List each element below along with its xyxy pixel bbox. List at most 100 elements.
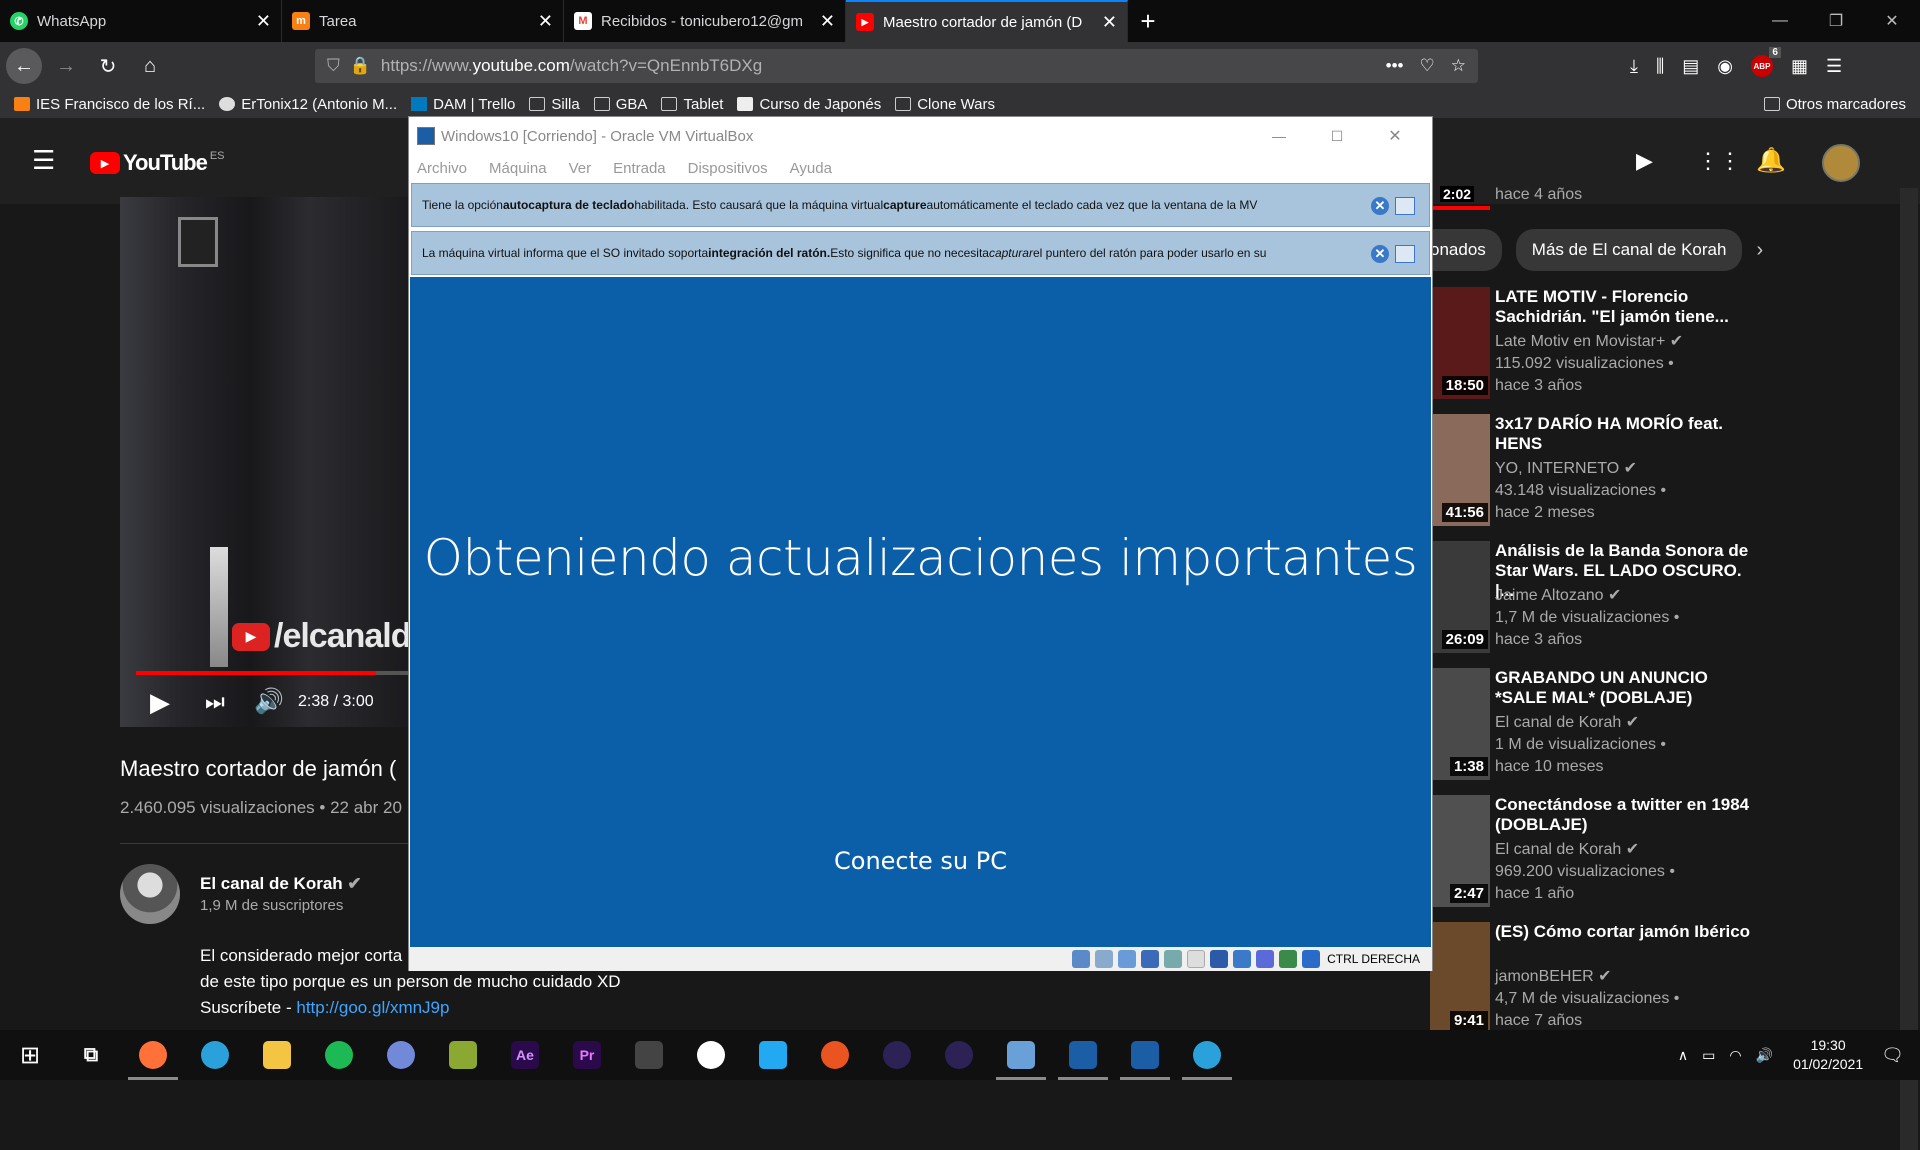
close-tab-icon[interactable]: ✕ bbox=[1102, 12, 1117, 33]
taskbar-app[interactable] bbox=[122, 1030, 184, 1080]
close-window-button[interactable]: ✕ bbox=[1864, 0, 1920, 42]
taskbar-app[interactable] bbox=[742, 1030, 804, 1080]
recommendation-title[interactable]: 3x17 DARÍO HA MORÍO feat. HENS bbox=[1495, 414, 1757, 454]
create-video-icon[interactable]: ▶ bbox=[1636, 148, 1653, 174]
taskbar-app[interactable] bbox=[184, 1030, 246, 1080]
bookmark-github[interactable]: ErTonix12 (Antonio M... bbox=[219, 96, 397, 113]
bookmark-clone-wars[interactable]: Clone Wars bbox=[895, 96, 995, 113]
banner-close-icon[interactable]: ✕ bbox=[1371, 197, 1389, 215]
bookmark-ies[interactable]: IES Francisco de los Rí... bbox=[14, 96, 205, 113]
vbox-minimize-button[interactable]: — bbox=[1250, 128, 1308, 144]
youtube-logo[interactable]: ▶ YouTube ES bbox=[90, 150, 225, 176]
display-icon[interactable] bbox=[1210, 950, 1229, 968]
other-bookmarks[interactable]: Otros marcadores bbox=[1763, 96, 1906, 113]
recommendation-title[interactable]: GRABANDO UN ANUNCIO *SALE MAL* (DOBLAJE) bbox=[1495, 668, 1757, 708]
apps-grid-icon[interactable]: ⋮⋮ bbox=[1697, 148, 1741, 174]
recommendation-item[interactable]: 41:56 3x17 DARÍO HA MORÍO feat. HENS YO,… bbox=[1430, 414, 1760, 534]
tray-overflow-icon[interactable]: ∧ bbox=[1678, 1047, 1688, 1064]
banner-dont-show-icon[interactable] bbox=[1395, 197, 1415, 215]
video-thumbnail[interactable]: 18:50 bbox=[1430, 287, 1490, 399]
battery-icon[interactable]: ▭ bbox=[1702, 1047, 1715, 1064]
extensions-icon[interactable]: ▦ bbox=[1791, 56, 1808, 77]
taskbar-app[interactable] bbox=[618, 1030, 680, 1080]
channel-avatar[interactable] bbox=[120, 864, 180, 924]
recommendation-item[interactable]: 26:09 Análisis de la Banda Sonora de Sta… bbox=[1430, 541, 1760, 661]
recommendation-title[interactable]: LATE MOTIV - Florencio Sachidrián. "El j… bbox=[1495, 287, 1757, 327]
menu-entrada[interactable]: Entrada bbox=[613, 160, 666, 177]
play-button[interactable]: ▶ bbox=[150, 687, 170, 718]
reload-button[interactable]: ↻ bbox=[90, 48, 126, 84]
home-button[interactable]: ⌂ bbox=[132, 48, 168, 84]
hamburger-menu-icon[interactable]: ☰ bbox=[32, 147, 55, 173]
chip-related[interactable]: onados bbox=[1430, 229, 1502, 271]
video-thumbnail[interactable]: 41:56 bbox=[1430, 414, 1490, 526]
subscribe-link[interactable]: http://goo.gl/xmnJ9p bbox=[296, 998, 449, 1017]
vm-display[interactable]: Obteniendo actualizaciones importantes C… bbox=[410, 277, 1431, 947]
bookmark-tablet[interactable]: Tablet bbox=[661, 96, 723, 113]
taskbar-app[interactable]: Ae bbox=[494, 1030, 556, 1080]
partial-recommendation[interactable]: 2:02 hace 4 años bbox=[1430, 176, 1760, 204]
restore-button[interactable]: ❐ bbox=[1808, 0, 1864, 42]
menu-ver[interactable]: Ver bbox=[569, 160, 592, 177]
audio-icon[interactable] bbox=[1118, 950, 1137, 968]
volume-icon[interactable]: 🔊 bbox=[254, 687, 284, 716]
wifi-icon[interactable]: ◠ bbox=[1729, 1047, 1741, 1064]
bookmark-star-icon[interactable]: ☆ bbox=[1451, 56, 1466, 76]
taskbar-app[interactable] bbox=[1114, 1030, 1176, 1080]
video-progress-bar[interactable] bbox=[136, 671, 410, 675]
url-bar[interactable]: ⛉ 🔒 https://www. youtube.com/watch?v=QnEn… bbox=[315, 49, 1478, 83]
tab-youtube[interactable]: ▶ Maestro cortador de jamón (D ✕ bbox=[846, 0, 1128, 42]
clock[interactable]: 19:30 01/02/2021 bbox=[1793, 1036, 1863, 1074]
video-thumbnail[interactable]: 26:09 bbox=[1430, 541, 1490, 653]
recommendation-item[interactable]: 1:38 GRABANDO UN ANUNCIO *SALE MAL* (DOB… bbox=[1430, 668, 1760, 788]
video-thumbnail[interactable]: 9:41 bbox=[1430, 922, 1490, 1034]
taskbar-app[interactable] bbox=[804, 1030, 866, 1080]
adblock-icon[interactable]: ABP 6 bbox=[1750, 47, 1781, 77]
taskbar-app[interactable] bbox=[1052, 1030, 1114, 1080]
recommendation-item[interactable]: 2:47 Conectándose a twitter en 1984 (DOB… bbox=[1430, 795, 1760, 915]
recording-icon[interactable] bbox=[1233, 950, 1252, 968]
recommendation-title[interactable]: (ES) Cómo cortar jamón Ibérico bbox=[1495, 922, 1757, 942]
recommendation-title[interactable]: Conectándose a twitter en 1984 (DOBLAJE) bbox=[1495, 795, 1757, 835]
taskbar-app[interactable] bbox=[928, 1030, 990, 1080]
taskbar-app[interactable] bbox=[246, 1030, 308, 1080]
optical-drive-icon[interactable] bbox=[1095, 950, 1114, 968]
virtualbox-window[interactable]: Windows10 [Corriendo] - Oracle VM Virtua… bbox=[408, 116, 1433, 971]
scrollbar[interactable] bbox=[1900, 188, 1918, 1150]
video-thumbnail[interactable]: 2:47 bbox=[1430, 795, 1490, 907]
taskbar-app[interactable]: ⧉ bbox=[60, 1030, 122, 1080]
network-icon[interactable] bbox=[1141, 950, 1160, 968]
taskbar-app[interactable] bbox=[432, 1030, 494, 1080]
chevron-right-icon[interactable]: › bbox=[1756, 239, 1763, 262]
minimize-button[interactable]: — bbox=[1752, 0, 1808, 42]
recommendation-item[interactable]: 9:41 (ES) Cómo cortar jamón Ibérico jamo… bbox=[1430, 922, 1760, 1042]
vbox-close-button[interactable]: ✕ bbox=[1366, 126, 1424, 146]
shared-folder-icon[interactable] bbox=[1187, 950, 1206, 968]
taskbar-app[interactable] bbox=[990, 1030, 1052, 1080]
downloads-icon[interactable]: ⤓ bbox=[1630, 56, 1638, 77]
banner-dont-show-icon[interactable] bbox=[1395, 245, 1415, 263]
avatar[interactable] bbox=[1822, 144, 1860, 182]
chip-more-from-channel[interactable]: Más de El canal de Korah bbox=[1515, 229, 1743, 271]
close-tab-icon[interactable]: ✕ bbox=[538, 11, 553, 32]
bookmark-trello[interactable]: DAM | Trello bbox=[411, 96, 515, 113]
account-icon[interactable]: ◉ bbox=[1717, 56, 1733, 77]
sidebar-icon[interactable]: ▤ bbox=[1682, 56, 1699, 77]
taskbar-app[interactable]: Pr bbox=[556, 1030, 618, 1080]
next-button[interactable]: ⏭ bbox=[205, 689, 225, 715]
vbox-maximize-button[interactable]: ☐ bbox=[1308, 128, 1366, 145]
page-actions-icon[interactable]: ••• bbox=[1386, 56, 1404, 76]
notifications-bell-icon[interactable]: 🔔 bbox=[1756, 146, 1786, 175]
menu-icon[interactable]: ☰ bbox=[1826, 56, 1842, 77]
taskbar-app[interactable] bbox=[866, 1030, 928, 1080]
video-thumbnail[interactable]: 1:38 bbox=[1430, 668, 1490, 780]
menu-archivo[interactable]: Archivo bbox=[417, 160, 467, 177]
video-player[interactable]: ▶ /elcanaldek ▶ ⏭ 🔊 2:38 / 3:00 bbox=[120, 197, 447, 727]
notifications-icon[interactable]: 🗨 bbox=[1881, 1045, 1904, 1066]
tab-gmail[interactable]: M Recibidos - tonicubero12@gm ✕ bbox=[564, 0, 846, 42]
bookmark-gba[interactable]: GBA bbox=[593, 96, 647, 113]
banner-close-icon[interactable]: ✕ bbox=[1371, 245, 1389, 263]
taskbar-app[interactable] bbox=[680, 1030, 742, 1080]
tab-whatsapp[interactable]: ✆ WhatsApp ✕ bbox=[0, 0, 282, 42]
bookmark-japones[interactable]: Curso de Japonés bbox=[737, 96, 881, 113]
